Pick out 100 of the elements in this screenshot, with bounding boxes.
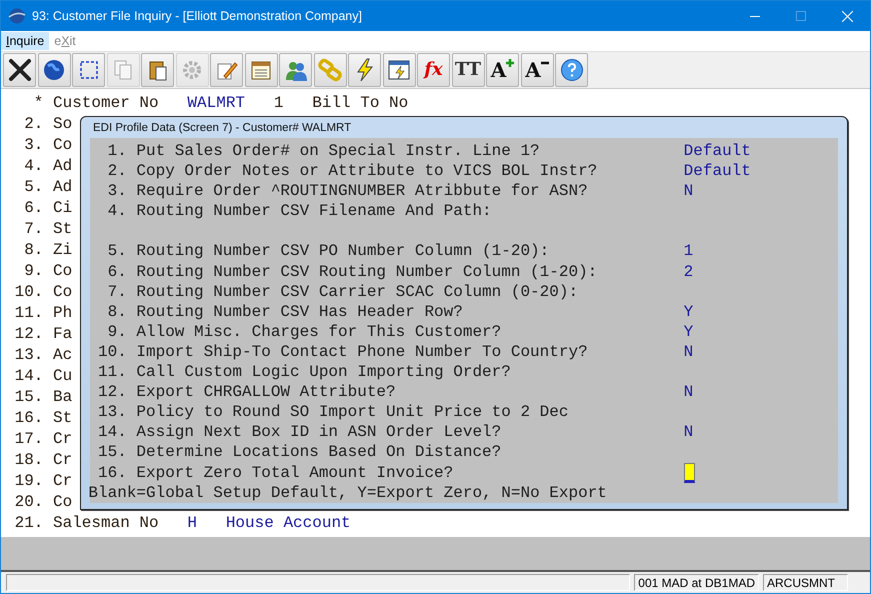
line-number: 12. xyxy=(14,324,44,345)
item-value: Y xyxy=(684,302,694,322)
line-number: 20. xyxy=(14,492,44,513)
field-value: WALMRT xyxy=(187,93,246,114)
copy-icon xyxy=(112,59,134,81)
item-number: 13. xyxy=(98,402,127,422)
close-icon xyxy=(842,10,852,22)
field-label: 1 xyxy=(274,93,284,114)
line-number: 10. xyxy=(14,282,44,303)
line-number: 5. xyxy=(23,177,44,198)
increase-font-button[interactable]: A xyxy=(486,53,519,87)
paste-icon xyxy=(146,59,168,81)
field-label: Customer No xyxy=(53,93,159,114)
item-label: Call Custom Logic Upon Importing Order? xyxy=(136,363,511,382)
field-label: Cr xyxy=(53,429,72,450)
toolbar-button[interactable] xyxy=(38,53,70,87)
line-number: 3. xyxy=(23,135,44,156)
input-field[interactable] xyxy=(684,462,695,482)
menu-item[interactable]: Inquire xyxy=(1,32,50,50)
hint-text: Blank=Global Setup Default, Y=Export Zero, N=No Export xyxy=(88,482,607,503)
globe-icon xyxy=(8,7,26,25)
status-pane: 001 MAD at DB1MAD xyxy=(634,574,759,591)
item-number: 8. xyxy=(106,302,127,322)
field-label: Co xyxy=(53,135,72,156)
minus-icon xyxy=(540,59,549,67)
field-label: Ph xyxy=(53,303,72,324)
line-number: 11. xyxy=(14,303,44,324)
field-label: Ad xyxy=(53,156,72,177)
item-label: Policy to Round SO Import Unit Price to 2 Dec xyxy=(136,403,568,422)
item-value: Default xyxy=(684,141,751,162)
field-value: House Account xyxy=(226,513,351,534)
item-label: Put Sales Order# on Special Instr. Line 1? xyxy=(136,142,540,160)
window-lightning-icon xyxy=(387,59,411,81)
field-label: Ac xyxy=(53,345,72,366)
globe-icon xyxy=(42,58,66,82)
toolbar-button[interactable] xyxy=(72,53,105,87)
line-number: 2. xyxy=(23,114,44,135)
line-number: 8. xyxy=(23,240,44,261)
item-number: 10. xyxy=(98,342,127,362)
field-value: H xyxy=(187,513,198,534)
item-number: 7. xyxy=(106,282,127,302)
line-number: 7. xyxy=(23,219,44,240)
item-label: Routing Number CSV Has Header Row? xyxy=(136,302,463,321)
item-value: Y xyxy=(684,322,694,342)
field-label: Co xyxy=(53,282,72,303)
help-icon xyxy=(560,58,584,82)
selection-icon xyxy=(78,59,100,81)
item-value: 1 xyxy=(684,241,694,262)
status-pane: ARCUSMNT xyxy=(763,574,848,591)
item-label: Export CHRGALLOW Attribute? xyxy=(136,383,396,402)
line-number: 17. xyxy=(14,429,44,450)
item-value: N xyxy=(684,342,694,362)
line-number: * xyxy=(32,93,44,114)
item-label: Determine Locations Based On Distance? xyxy=(136,443,502,462)
item-number: 4. xyxy=(106,201,127,222)
field-label: Fa xyxy=(53,324,72,345)
field-label: St xyxy=(53,219,72,240)
chain-icon xyxy=(318,58,342,82)
line-number: 14. xyxy=(14,366,44,387)
item-label: Export Zero Total Amount Invoice? xyxy=(136,464,454,482)
settings-icon xyxy=(181,59,203,81)
field-label: Cu xyxy=(53,366,72,387)
item-value: 2 xyxy=(684,262,694,282)
field-label: Salesman No xyxy=(53,513,159,534)
maximize-icon xyxy=(796,11,806,21)
item-number: 12. xyxy=(98,382,127,402)
field-label: Ci xyxy=(53,198,72,219)
field-label: Co xyxy=(53,261,72,282)
item-value: N xyxy=(684,422,694,442)
item-label: Import Ship-To Contact Phone Number To Country? xyxy=(136,342,588,361)
line-number: 21. xyxy=(14,513,44,534)
item-label: Require Order ^ROUTINGNUMBER Atribbute for ASN? xyxy=(136,182,588,200)
line-number: 15. xyxy=(14,387,44,408)
item-label: Copy Order Notes or Attribute to VICS BOL Instr? xyxy=(136,162,598,180)
item-value: N xyxy=(684,181,694,202)
decrease-font-button[interactable]: A xyxy=(520,53,554,87)
dialog-title: EDI Profile Data (Screen 7) - Customer# WALMRT xyxy=(92,121,352,136)
field-label: Cr xyxy=(53,450,72,471)
line-number: 4. xyxy=(23,156,44,177)
toolbar-button[interactable] xyxy=(555,53,588,87)
toolbar-button[interactable] xyxy=(382,53,416,87)
toolbar-button[interactable] xyxy=(141,53,174,87)
close-icon xyxy=(8,58,32,82)
item-number: 15. xyxy=(98,442,127,462)
item-number: 11. xyxy=(98,362,127,382)
item-number: 16. xyxy=(98,462,127,483)
line-number: 13. xyxy=(14,345,44,366)
line-number: 9. xyxy=(23,261,44,282)
line-number: 16. xyxy=(14,408,44,429)
item-number: 1. xyxy=(106,141,127,162)
field-label: Co xyxy=(53,492,72,513)
field-label: Bill To No xyxy=(312,93,408,114)
toolbar-button[interactable] xyxy=(3,53,36,87)
item-label: Routing Number CSV Filename And Path: xyxy=(136,202,492,220)
toolbar-button[interactable]: TT xyxy=(452,53,484,87)
toolbar-button[interactable] xyxy=(348,53,381,87)
field-label: Ba xyxy=(53,387,72,408)
toolbar-button[interactable]: fx xyxy=(417,53,450,87)
field-label: So xyxy=(53,114,72,135)
item-value: N xyxy=(684,382,694,402)
